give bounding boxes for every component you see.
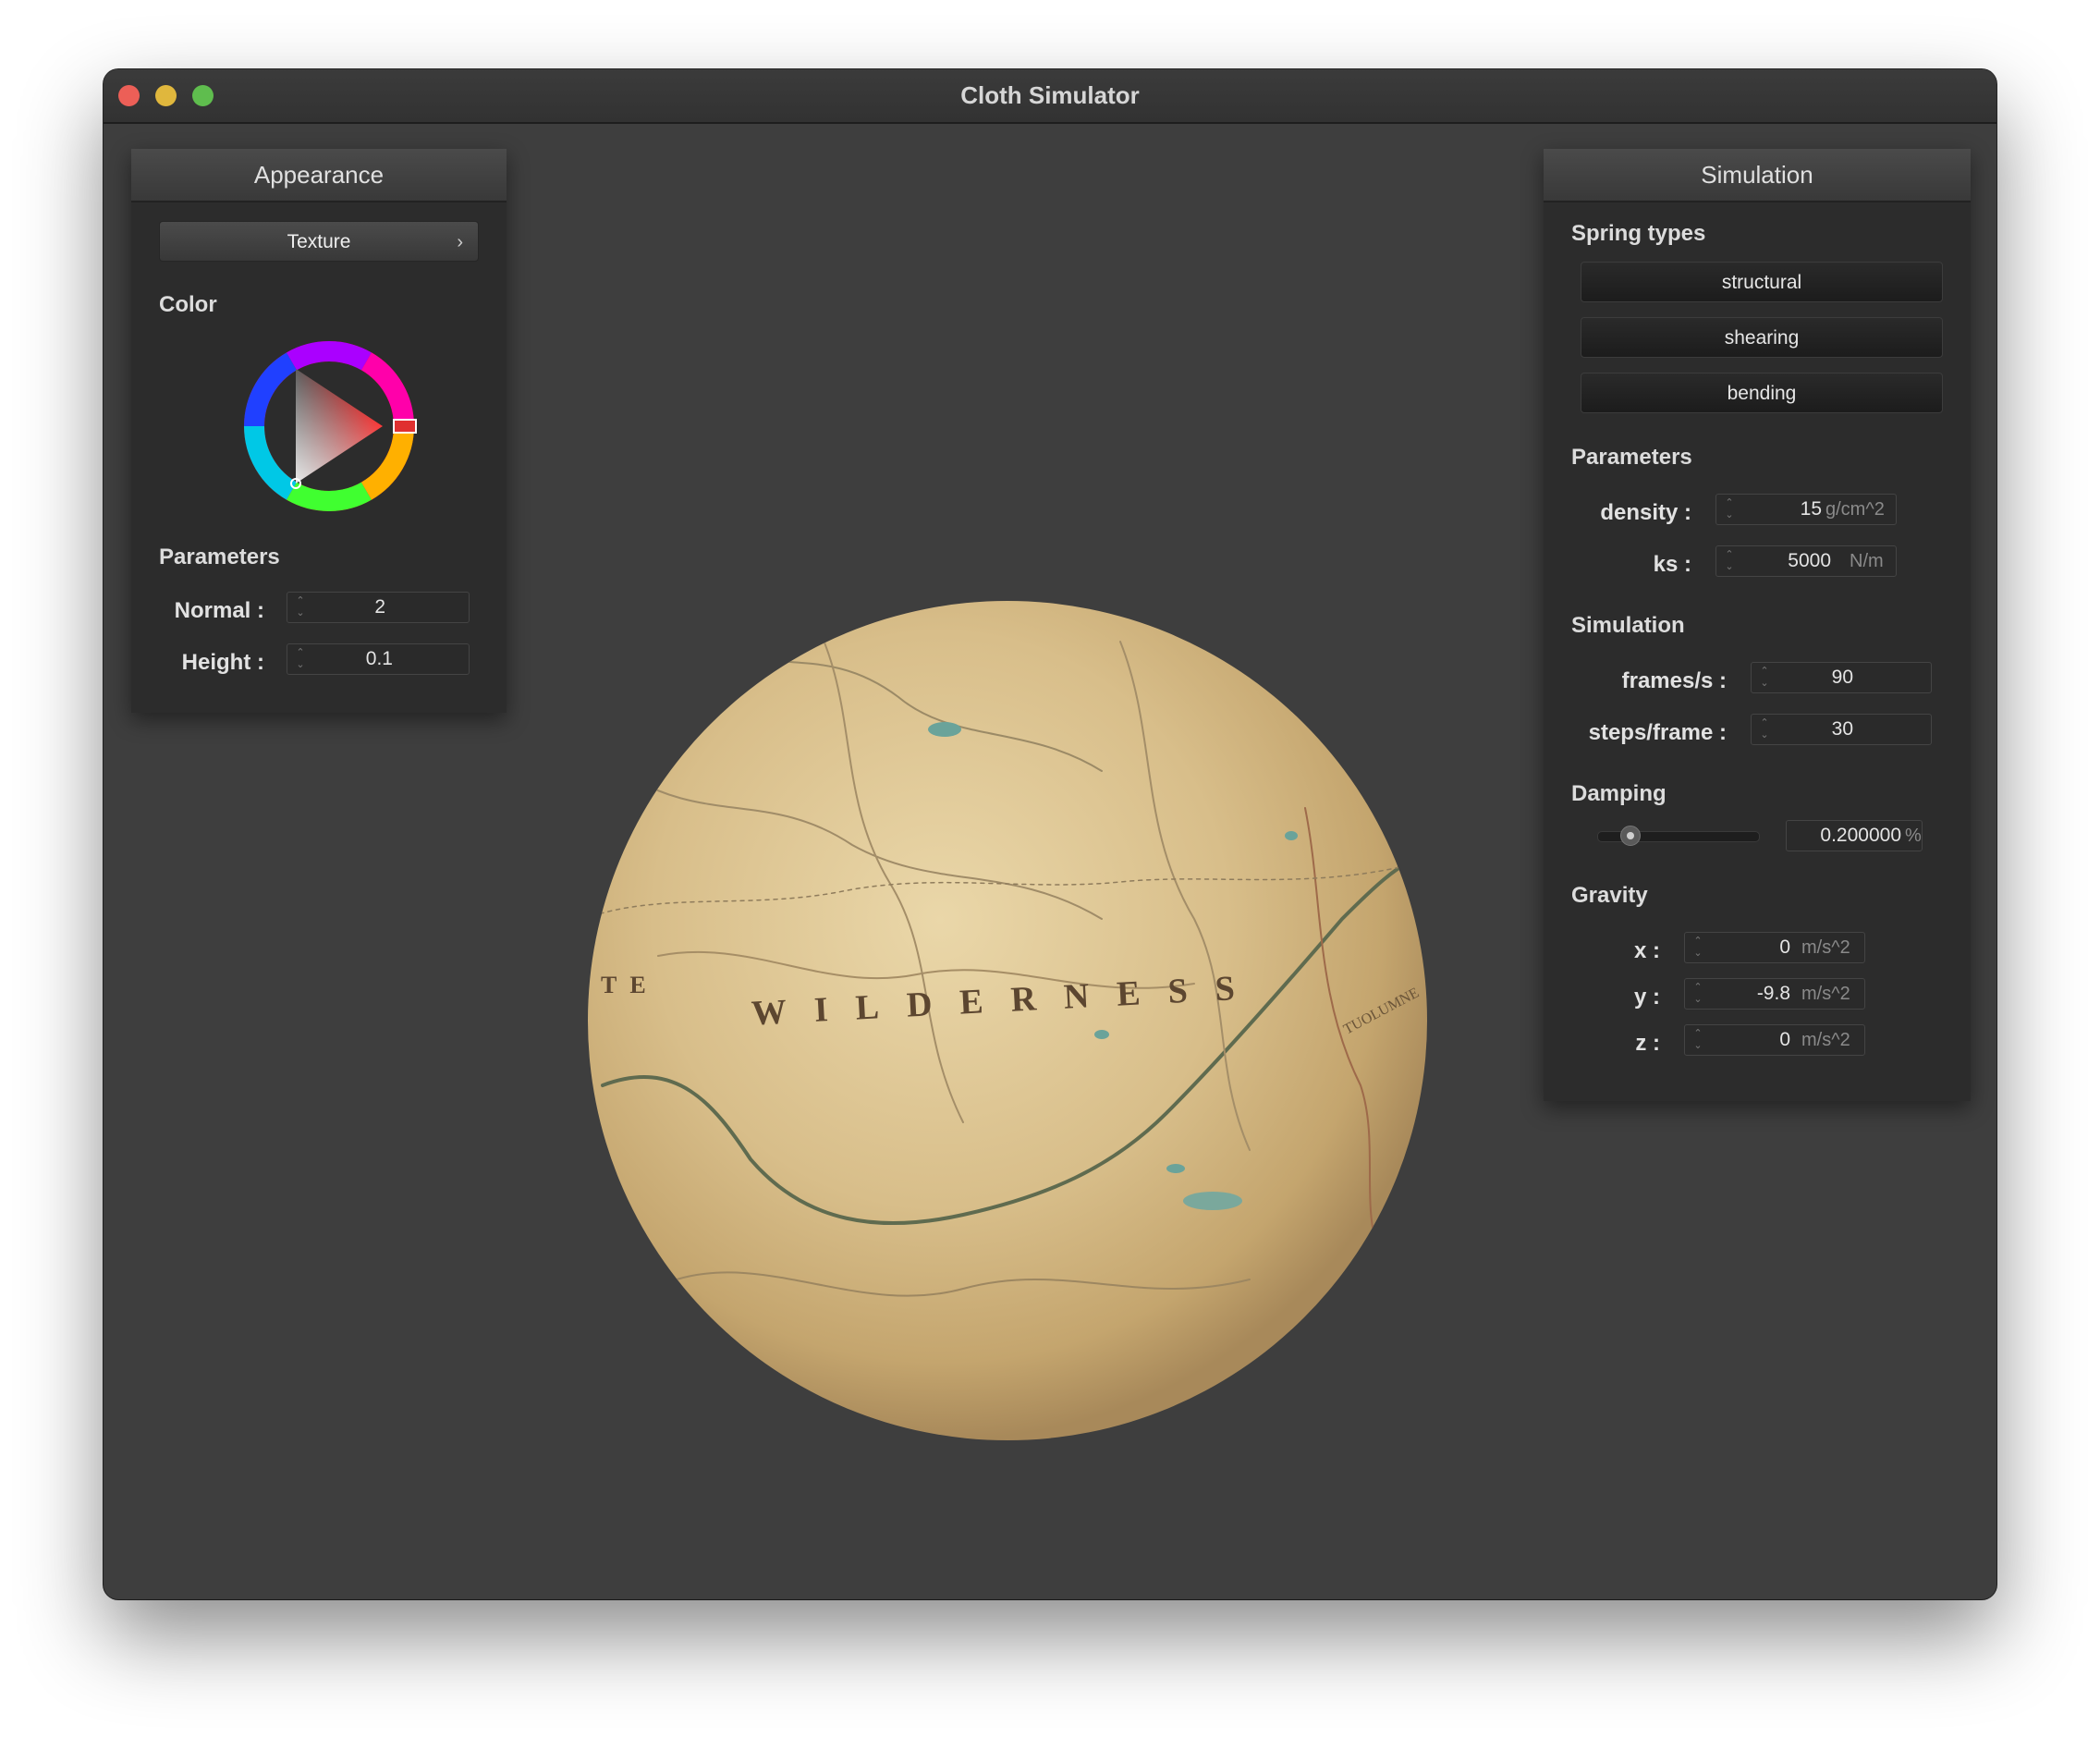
spinner-arrows-icon[interactable]: ⌃ ⌄	[1724, 549, 1735, 575]
spinner-arrows-icon[interactable]: ⌃ ⌄	[1759, 717, 1770, 743]
density-label: density :	[1600, 500, 1691, 525]
gravity-y-unit: m/s^2	[1801, 984, 1850, 1004]
sphere-label-edge: TE	[601, 972, 659, 998]
spinner-arrows-icon[interactable]: ⌃ ⌄	[1692, 936, 1703, 961]
spring-types-label: Spring types	[1571, 221, 1706, 246]
gravity-z-input[interactable]: ⌃ ⌄ 0 m/s^2	[1684, 1024, 1865, 1056]
normal-value: 2	[374, 596, 385, 618]
gravity-z-value: 0	[1779, 1029, 1790, 1050]
steps-value: 30	[1831, 718, 1853, 740]
gravity-x-input[interactable]: ⌃ ⌄ 0 m/s^2	[1684, 932, 1865, 963]
density-value: 15	[1800, 498, 1822, 520]
texture-button[interactable]: Texture ›	[159, 221, 479, 262]
spring-bending-button[interactable]: bending	[1581, 373, 1943, 413]
title-bar: Cloth Simulator	[104, 69, 1996, 124]
chevron-right-icon: ›	[457, 232, 463, 252]
ks-unit: N/m	[1850, 551, 1884, 571]
color-label: Color	[159, 292, 217, 317]
spring-structural-button[interactable]: structural	[1581, 262, 1943, 302]
gravity-x-value: 0	[1779, 936, 1790, 958]
damping-slider-knob[interactable]	[1619, 826, 1641, 846]
spinner-arrows-icon[interactable]: ⌃ ⌄	[1759, 666, 1770, 692]
gravity-y-label: y :	[1633, 985, 1660, 1010]
sim-parameters-label: Parameters	[1571, 445, 1692, 470]
gravity-y-value: -9.8	[1756, 983, 1790, 1004]
height-value: 0.1	[365, 648, 393, 669]
appearance-panel: Appearance Texture › Color Parameters No…	[131, 149, 507, 713]
ks-input[interactable]: ⌃ ⌄ 5000 N/m	[1715, 545, 1897, 577]
height-input[interactable]: ⌃ ⌄ 0.1	[287, 643, 470, 675]
texture-button-label: Texture	[287, 231, 351, 252]
damping-unit: %	[1905, 826, 1922, 846]
spinner-arrows-icon[interactable]: ⌃ ⌄	[1692, 1028, 1703, 1054]
steps-per-frame-input[interactable]: ⌃ ⌄ 30	[1751, 714, 1932, 745]
appearance-panel-header: Appearance	[131, 149, 507, 202]
simulation-panel-header: Simulation	[1544, 149, 1971, 202]
window-title: Cloth Simulator	[960, 81, 1140, 109]
damping-label: Damping	[1571, 781, 1667, 806]
appearance-parameters-label: Parameters	[159, 545, 280, 569]
gravity-z-label: z :	[1635, 1031, 1660, 1056]
height-label: Height :	[181, 650, 264, 675]
frames-per-second-input[interactable]: ⌃ ⌄ 90	[1751, 662, 1932, 693]
spinner-arrows-icon[interactable]: ⌃ ⌄	[1724, 497, 1735, 523]
gravity-x-unit: m/s^2	[1801, 937, 1850, 958]
simulation-panel: Simulation Spring types structural shear…	[1544, 149, 1971, 1101]
normal-input[interactable]: ⌃ ⌄ 2	[287, 592, 470, 623]
app-window: Cloth Simulator WILDERNESS TE TUOLUMNE A…	[104, 69, 1996, 1599]
gravity-x-label: x :	[1633, 938, 1660, 963]
damping-value: 0.200000	[1820, 825, 1901, 846]
steps-label: steps/frame :	[1588, 720, 1727, 745]
spinner-arrows-icon[interactable]: ⌃ ⌄	[295, 647, 306, 673]
color-wheel[interactable]	[237, 334, 421, 519]
hue-selector-handle[interactable]	[393, 419, 417, 434]
frames-label: frames/s :	[1621, 668, 1727, 693]
ks-value: 5000	[1788, 550, 1831, 571]
density-unit: g/cm^2	[1825, 499, 1885, 520]
gravity-z-unit: m/s^2	[1801, 1030, 1850, 1050]
gravity-label: Gravity	[1571, 883, 1648, 908]
spring-shearing-button[interactable]: shearing	[1581, 317, 1943, 358]
spinner-arrows-icon[interactable]: ⌃ ⌄	[295, 595, 306, 621]
density-input[interactable]: ⌃ ⌄ 15 g/cm^2	[1715, 494, 1897, 525]
damping-input[interactable]: 0.200000 %	[1786, 820, 1923, 851]
normal-label: Normal :	[174, 598, 264, 623]
simulation-section-label: Simulation	[1571, 613, 1685, 638]
frames-value: 90	[1831, 667, 1853, 688]
spinner-arrows-icon[interactable]: ⌃ ⌄	[1692, 982, 1703, 1008]
damping-slider[interactable]	[1597, 826, 1760, 846]
gravity-y-input[interactable]: ⌃ ⌄ -9.8 m/s^2	[1684, 978, 1865, 1010]
ks-label: ks :	[1653, 552, 1691, 577]
